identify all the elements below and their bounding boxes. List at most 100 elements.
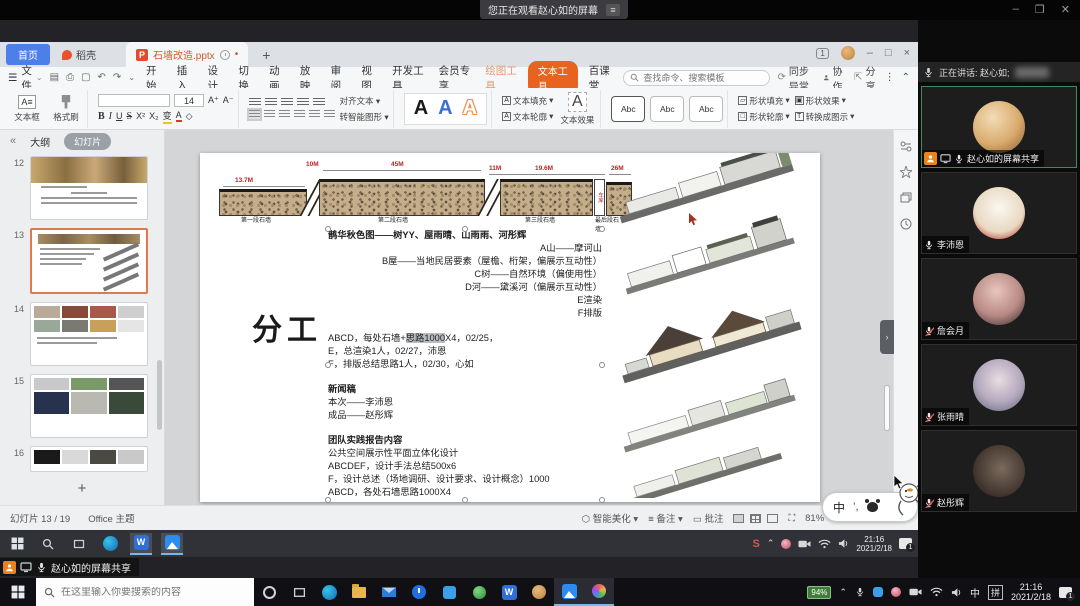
subscript-button[interactable]: X₂ bbox=[149, 111, 159, 121]
mail-icon[interactable] bbox=[374, 578, 404, 606]
green-app-icon[interactable] bbox=[464, 578, 494, 606]
underline-button[interactable]: U bbox=[116, 111, 123, 121]
shape-style-1[interactable]: Abc bbox=[611, 96, 645, 122]
clock-app-icon[interactable] bbox=[404, 578, 434, 606]
collapse-panel-icon[interactable]: « bbox=[10, 135, 16, 147]
text-outline-button[interactable]: A文本轮廓 ▾ bbox=[502, 111, 553, 123]
highlight-color-button[interactable]: 变 bbox=[163, 109, 172, 124]
shape-outline-button[interactable]: □形状轮廓 ▾ bbox=[738, 111, 789, 123]
tray-blue-app-icon[interactable] bbox=[873, 587, 883, 597]
strikethrough-button[interactable]: S bbox=[127, 111, 133, 122]
avatar-app-icon[interactable] bbox=[524, 578, 554, 606]
font-size-select[interactable]: 14 bbox=[174, 94, 204, 107]
add-slide-button[interactable]: + bbox=[0, 476, 164, 501]
align-center-icon[interactable] bbox=[264, 110, 275, 119]
ime-mascot-icon[interactable] bbox=[867, 502, 878, 512]
tray-camera-icon[interactable] bbox=[798, 539, 811, 549]
layers-icon[interactable] bbox=[900, 192, 912, 204]
cortana-icon[interactable] bbox=[254, 578, 284, 606]
shared-edge-icon[interactable] bbox=[99, 533, 121, 555]
participant-tile[interactable]: 詹会月 bbox=[921, 258, 1077, 340]
wps-app-icon[interactable]: W bbox=[494, 578, 524, 606]
command-search-input[interactable] bbox=[643, 73, 763, 83]
text-fill-button[interactable]: A文本填充 ▾ bbox=[502, 95, 553, 107]
wps-close-icon[interactable]: × bbox=[904, 47, 910, 59]
meeting-app-icon[interactable] bbox=[554, 578, 584, 606]
collapse-ribbon-icon[interactable]: ⌃ bbox=[902, 72, 910, 83]
selection-handle[interactable] bbox=[599, 226, 605, 232]
tab-close-icon[interactable]: • bbox=[235, 49, 239, 60]
bullet-list-icon[interactable] bbox=[249, 98, 261, 107]
theme-name[interactable]: Office 主题 bbox=[88, 511, 134, 525]
customize-chevron-icon[interactable]: ⌄ bbox=[128, 73, 135, 82]
save-icon[interactable]: ▤ bbox=[50, 72, 59, 83]
tray-chevron-up-icon[interactable]: ⌃ bbox=[767, 538, 775, 549]
number-list-icon[interactable] bbox=[265, 98, 277, 107]
slide-thumbnail-14[interactable] bbox=[30, 302, 148, 366]
tray-chevron-up-icon[interactable]: ⌃ bbox=[839, 587, 847, 598]
shared-notification-icon[interactable]: 1 bbox=[899, 538, 912, 549]
selection-handle[interactable] bbox=[462, 226, 468, 232]
taskbar-clock[interactable]: 21:16 2021/2/18 bbox=[1011, 582, 1051, 602]
align-left-icon[interactable] bbox=[249, 110, 260, 119]
beautify-icon[interactable] bbox=[900, 166, 912, 178]
slide-thumbnail-12[interactable] bbox=[30, 156, 148, 220]
participant-tile-sharer[interactable]: 赵心如的屏幕共享 bbox=[921, 86, 1077, 168]
selection-handle[interactable] bbox=[325, 362, 331, 368]
taskbar-search[interactable] bbox=[36, 578, 254, 606]
new-tab-button[interactable]: + bbox=[262, 47, 270, 63]
text-effect-button[interactable]: A 文本效果 bbox=[558, 92, 596, 126]
tray-speaker-icon[interactable] bbox=[838, 538, 849, 549]
wordart-style-2[interactable]: A bbox=[438, 97, 452, 120]
tray-camera-icon[interactable] bbox=[909, 587, 922, 597]
maximize-icon[interactable]: ❐ bbox=[1035, 3, 1045, 16]
clear-format-icon[interactable]: ◇ bbox=[186, 111, 193, 122]
banner-menu-icon[interactable]: ≡ bbox=[606, 4, 620, 16]
fit-slide-icon[interactable]: ⛶ bbox=[788, 513, 795, 524]
taskview-icon[interactable] bbox=[284, 578, 314, 606]
tray-pink-app-icon[interactable] bbox=[781, 539, 791, 549]
selection-handle[interactable] bbox=[325, 226, 331, 232]
font-color-button[interactable]: A bbox=[176, 110, 182, 122]
start-button[interactable] bbox=[0, 585, 36, 599]
format-painter-button[interactable]: 格式刷 bbox=[49, 95, 83, 123]
bold-button[interactable]: B bbox=[98, 111, 105, 122]
smart-graphic-button[interactable]: 转智能图形 ▾ bbox=[340, 111, 389, 123]
tray-s-icon[interactable]: S bbox=[753, 538, 760, 550]
tray-speaker-icon[interactable] bbox=[951, 587, 962, 598]
ime-pinyin-badge[interactable]: 拼 bbox=[988, 585, 1003, 600]
tab-slides[interactable]: 幻灯片 bbox=[64, 133, 111, 150]
slide-thumbnail-15[interactable] bbox=[30, 374, 148, 438]
shared-meeting-icon[interactable] bbox=[161, 533, 183, 555]
wps-minimize-icon[interactable]: – bbox=[867, 47, 873, 59]
selection-handle[interactable] bbox=[462, 497, 468, 503]
to-diagram-button[interactable]: T转换成图示 ▾ bbox=[795, 111, 855, 123]
undo-icon[interactable]: ↶ bbox=[98, 72, 106, 83]
division-heading[interactable]: 分工 bbox=[252, 305, 322, 349]
help-clock-icon[interactable] bbox=[900, 218, 912, 230]
panel-scrollbar[interactable] bbox=[157, 360, 162, 430]
shape-style-3[interactable]: Abc bbox=[689, 96, 723, 122]
normal-view-icon[interactable] bbox=[733, 514, 744, 523]
print-icon[interactable]: ⎙ bbox=[66, 72, 74, 83]
increase-indent-icon[interactable] bbox=[297, 98, 309, 107]
ime-punctuation[interactable]: ’, bbox=[853, 501, 859, 513]
wps-maximize-icon[interactable]: □ bbox=[885, 47, 892, 59]
edge-icon[interactable] bbox=[314, 578, 344, 606]
textbox-button[interactable]: A≡ 文本框 bbox=[10, 95, 44, 123]
language-indicator[interactable]: 中 bbox=[970, 585, 980, 600]
building-sketches[interactable] bbox=[618, 153, 820, 498]
expand-panel-tab[interactable]: › bbox=[880, 320, 894, 354]
tab-docer[interactable]: 稻壳 bbox=[50, 42, 108, 67]
command-search[interactable] bbox=[623, 70, 770, 86]
color-wheel-app-icon[interactable] bbox=[584, 578, 614, 606]
font-name-select[interactable] bbox=[98, 94, 170, 107]
slide-13[interactable]: 车库 13.7M 10M 45M 11M 19.6M 26M 第一段石墙 第二 bbox=[200, 153, 820, 502]
shared-clock[interactable]: 21:16 2021/2/18 bbox=[856, 535, 892, 553]
align-right-icon[interactable] bbox=[279, 110, 290, 119]
notes-button[interactable]: ≡ 备注 ▾ bbox=[648, 511, 683, 525]
tray-wifi-icon[interactable] bbox=[818, 539, 831, 549]
slide-thumbnail-13-selected[interactable] bbox=[30, 228, 148, 294]
wordart-style-3[interactable]: A bbox=[463, 97, 477, 120]
close-icon[interactable]: ✕ bbox=[1061, 3, 1070, 16]
